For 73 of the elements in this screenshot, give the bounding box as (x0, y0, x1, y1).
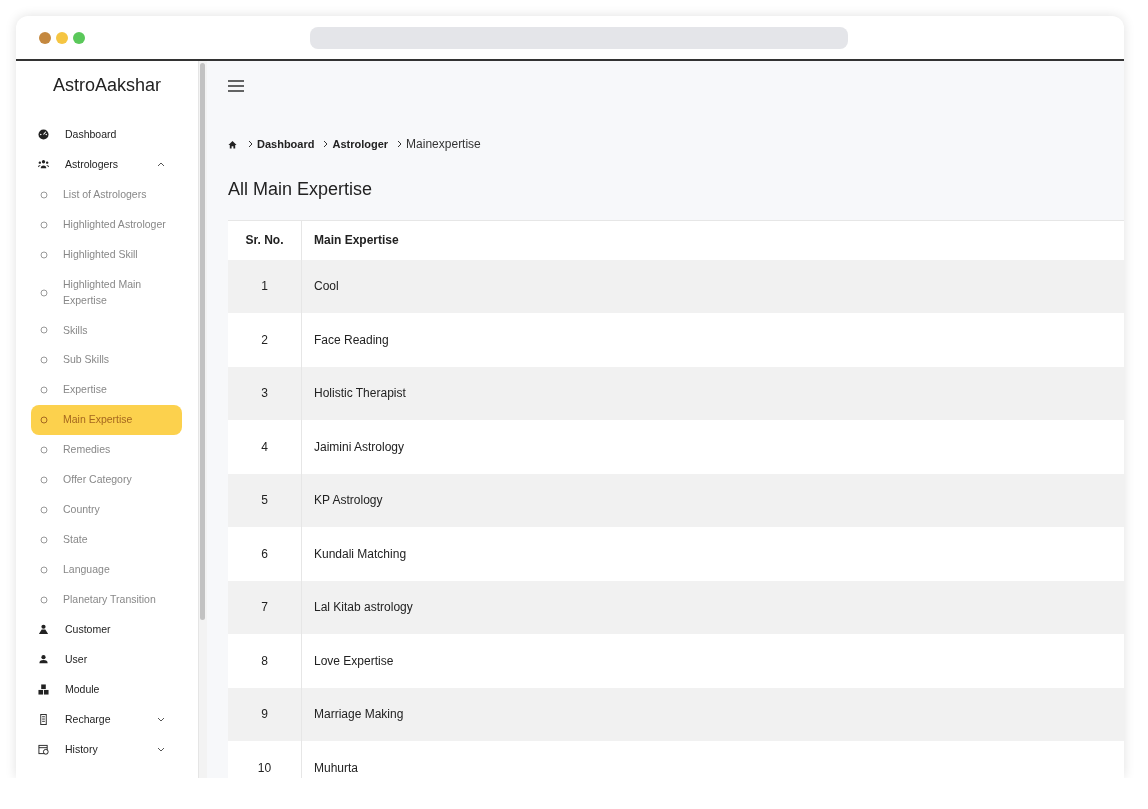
circle-icon (40, 595, 48, 604)
table-cell: 7 (228, 580, 302, 634)
sidebar-subitem[interactable]: Highlighted Main Expertise (31, 269, 182, 316)
circle-icon (40, 356, 48, 365)
column-header: Main Expertise (301, 221, 1124, 260)
sidebar-subitem[interactable]: Planetary Transition (31, 584, 182, 615)
caret-icon (157, 717, 165, 723)
menu-icon[interactable] (228, 80, 244, 92)
circle-icon (40, 386, 48, 395)
table-cell: KP Astrology (301, 473, 1124, 527)
breadcrumb-current: Mainexpertise (406, 137, 481, 151)
table-cell: Muhurta (301, 741, 1124, 778)
table-cell: Lal Kitab astrology (301, 580, 1124, 634)
scrollbar-thumb[interactable] (200, 63, 205, 620)
sidebar-item[interactable]: User (16, 644, 182, 675)
user-icon (38, 654, 49, 666)
sidebar-item[interactable]: Dashboard (16, 120, 182, 150)
sidebar-subitem[interactable]: Highlighted Astrologer (31, 209, 182, 240)
chevron-icon (323, 140, 329, 148)
minimize-dot-icon[interactable] (56, 31, 68, 44)
sidebar-subitem[interactable]: Highlighted Skill (31, 239, 182, 270)
table-cell: 9 (228, 687, 302, 741)
circle-icon (40, 220, 48, 229)
circle-icon (40, 288, 48, 297)
sidebar-subitem[interactable]: Language (31, 555, 182, 585)
page-title: All Main Expertise (228, 179, 374, 201)
sidebar-subitem[interactable]: Country (31, 495, 182, 525)
caret-icon (157, 162, 165, 168)
table-cell: Holistic Therapist (301, 366, 1124, 420)
circle-icon (40, 416, 48, 425)
calendar-clock-icon (38, 744, 49, 756)
circle-icon (40, 190, 48, 199)
home-icon (228, 139, 237, 149)
table-cell: 10 (228, 741, 302, 778)
sidebar-item[interactable]: History (16, 734, 182, 765)
sidebar-subitem[interactable]: State (31, 525, 182, 555)
circle-icon (40, 536, 48, 544)
circle-icon (40, 506, 48, 514)
sidebar-subitem[interactable]: List of Astrologers (31, 179, 182, 210)
circle-icon (40, 565, 48, 574)
logo-text: AstroAakshar (51, 75, 162, 97)
users-icon (38, 159, 49, 171)
sidebar-item[interactable]: Recharge (16, 704, 182, 735)
maximize-dot-icon[interactable] (73, 31, 85, 44)
table-cell: 3 (228, 366, 302, 420)
sidebar-subitem[interactable]: Main Expertise (31, 405, 182, 436)
address-bar[interactable] (310, 26, 848, 49)
sidebar-item[interactable]: Module (16, 674, 182, 705)
module-icon (38, 684, 49, 696)
dashboard-icon (38, 129, 49, 141)
sidebar-subitem[interactable]: Sub Skills (31, 345, 182, 376)
sidebar-subitem[interactable]: Skills (31, 315, 182, 346)
receipt-icon (38, 714, 49, 726)
customer-icon (38, 624, 49, 636)
breadcrumb-link[interactable]: Dashboard (257, 138, 315, 150)
circle-icon (40, 446, 48, 455)
sidebar-item[interactable]: Customer (16, 614, 182, 645)
sidebar-item[interactable]: Astrologers (16, 150, 182, 180)
sidebar-subitem[interactable]: Expertise (31, 375, 182, 406)
sidebar-subitem[interactable]: Remedies (31, 435, 182, 466)
breadcrumb-link[interactable]: Astrologer (332, 138, 389, 150)
table-cell: 1 (228, 259, 302, 313)
circle-icon (40, 326, 48, 335)
circle-icon (40, 476, 48, 484)
circle-icon (40, 250, 48, 259)
table-cell: 5 (228, 473, 302, 527)
close-dot-icon[interactable] (39, 31, 51, 44)
sidebar-subitem[interactable]: Offer Category (31, 465, 182, 495)
chevron-icon (397, 140, 403, 148)
chevron-icon (248, 140, 253, 148)
table-cell: Marriage Making (301, 687, 1124, 741)
table-cell: Cool (301, 259, 1124, 313)
caret-icon (157, 747, 165, 753)
